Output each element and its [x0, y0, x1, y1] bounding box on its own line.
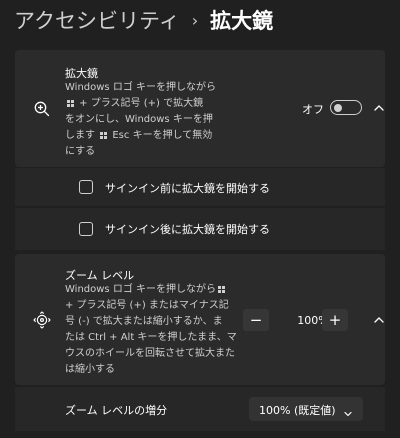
magnifier-settings-page: アクセシビリティ › 拡大鏡 拡大鏡 Windows ロゴ キーを押しながら +…	[0, 0, 400, 438]
magnifier-setting-card[interactable]: 拡大鏡 Windows ロゴ キーを押しながら + プラス記号 (+) で拡大鏡…	[15, 50, 385, 167]
zoom-increment-label: ズーム レベルの増分	[65, 404, 168, 417]
windows-logo-icon	[218, 286, 225, 293]
zoom-increment-selected: 100% (既定値)	[259, 404, 336, 417]
magnifier-description-line: Esc キーを押して無効	[109, 130, 213, 141]
breadcrumb-separator: ›	[191, 10, 199, 30]
zoom-decrease-button[interactable]: −	[243, 309, 269, 331]
zoom-level-description: Windows ロゴ キーを押しながら + プラス記号 (+) またはマイナス記…	[65, 282, 255, 378]
zoom-level-card[interactable]: ズーム レベル Windows ロゴ キーを押しながら + プラス記号 (+) …	[15, 254, 385, 385]
windows-logo-icon	[100, 132, 108, 139]
windows-logo-icon	[67, 100, 74, 107]
zoom-level-title: ズーム レベル	[65, 269, 135, 282]
magnifier-description: Windows ロゴ キーを押しながら + プラス記号 (+) で拡大鏡 をオン…	[65, 80, 255, 160]
signin-after-label: サインイン後に拡大鏡を開始する	[105, 223, 270, 236]
signin-after-row[interactable]: サインイン後に拡大鏡を開始する	[15, 208, 385, 250]
zoom-description-line: ウスのホイールを回転させて拡大また	[65, 348, 235, 359]
page-title: 拡大鏡	[210, 9, 274, 33]
breadcrumb: アクセシビリティ › 拡大鏡	[14, 3, 273, 37]
magnifier-description-line: をオンにし、Windows キーを押	[65, 114, 213, 125]
signin-before-row[interactable]: サインイン前に拡大鏡を開始する	[15, 168, 385, 206]
chevron-down-icon	[343, 404, 353, 417]
signin-before-checkbox[interactable]	[79, 180, 93, 194]
toggle-knob	[334, 103, 342, 112]
breadcrumb-accessibility-link[interactable]: アクセシビリティ	[14, 5, 180, 35]
magnifier-description-line: します	[65, 130, 99, 141]
zoom-description-line: たは Ctrl + Alt キーを押したまま、マ	[65, 332, 237, 343]
magnifier-title: 拡大鏡	[65, 67, 98, 80]
collapse-chevron-up-icon[interactable]	[371, 312, 387, 328]
magnifier-toggle-state-label: オフ	[302, 103, 324, 116]
magnifier-description-line: + プラス記号 (+) で拡大鏡	[76, 98, 204, 109]
magnifier-description-line: にする	[65, 146, 96, 157]
zoom-move-icon	[33, 311, 51, 329]
signin-after-checkbox[interactable]	[79, 222, 93, 236]
magnifier-toggle-switch[interactable]	[330, 100, 362, 115]
zoom-increment-dropdown[interactable]: 100% (既定値)	[249, 397, 363, 421]
zoom-description-line: は縮小する	[65, 364, 115, 375]
zoom-description-line: + プラス記号 (+) またはマイナス記	[65, 300, 229, 311]
collapse-chevron-up-icon[interactable]	[371, 100, 387, 116]
signin-before-label: サインイン前に拡大鏡を開始する	[105, 182, 270, 195]
zoom-increase-button[interactable]: +	[322, 309, 348, 331]
magnifier-zoom-in-icon	[33, 100, 51, 118]
magnifier-description-line: Windows ロゴ キーを押しながら	[65, 82, 216, 93]
zoom-description-line: 号 (-) で拡大または縮小するか、ま	[65, 316, 223, 327]
zoom-increment-row: ズーム レベルの増分 100% (既定値)	[15, 387, 385, 431]
zoom-description-line: Windows ロゴ キーを押しながら	[65, 284, 216, 295]
